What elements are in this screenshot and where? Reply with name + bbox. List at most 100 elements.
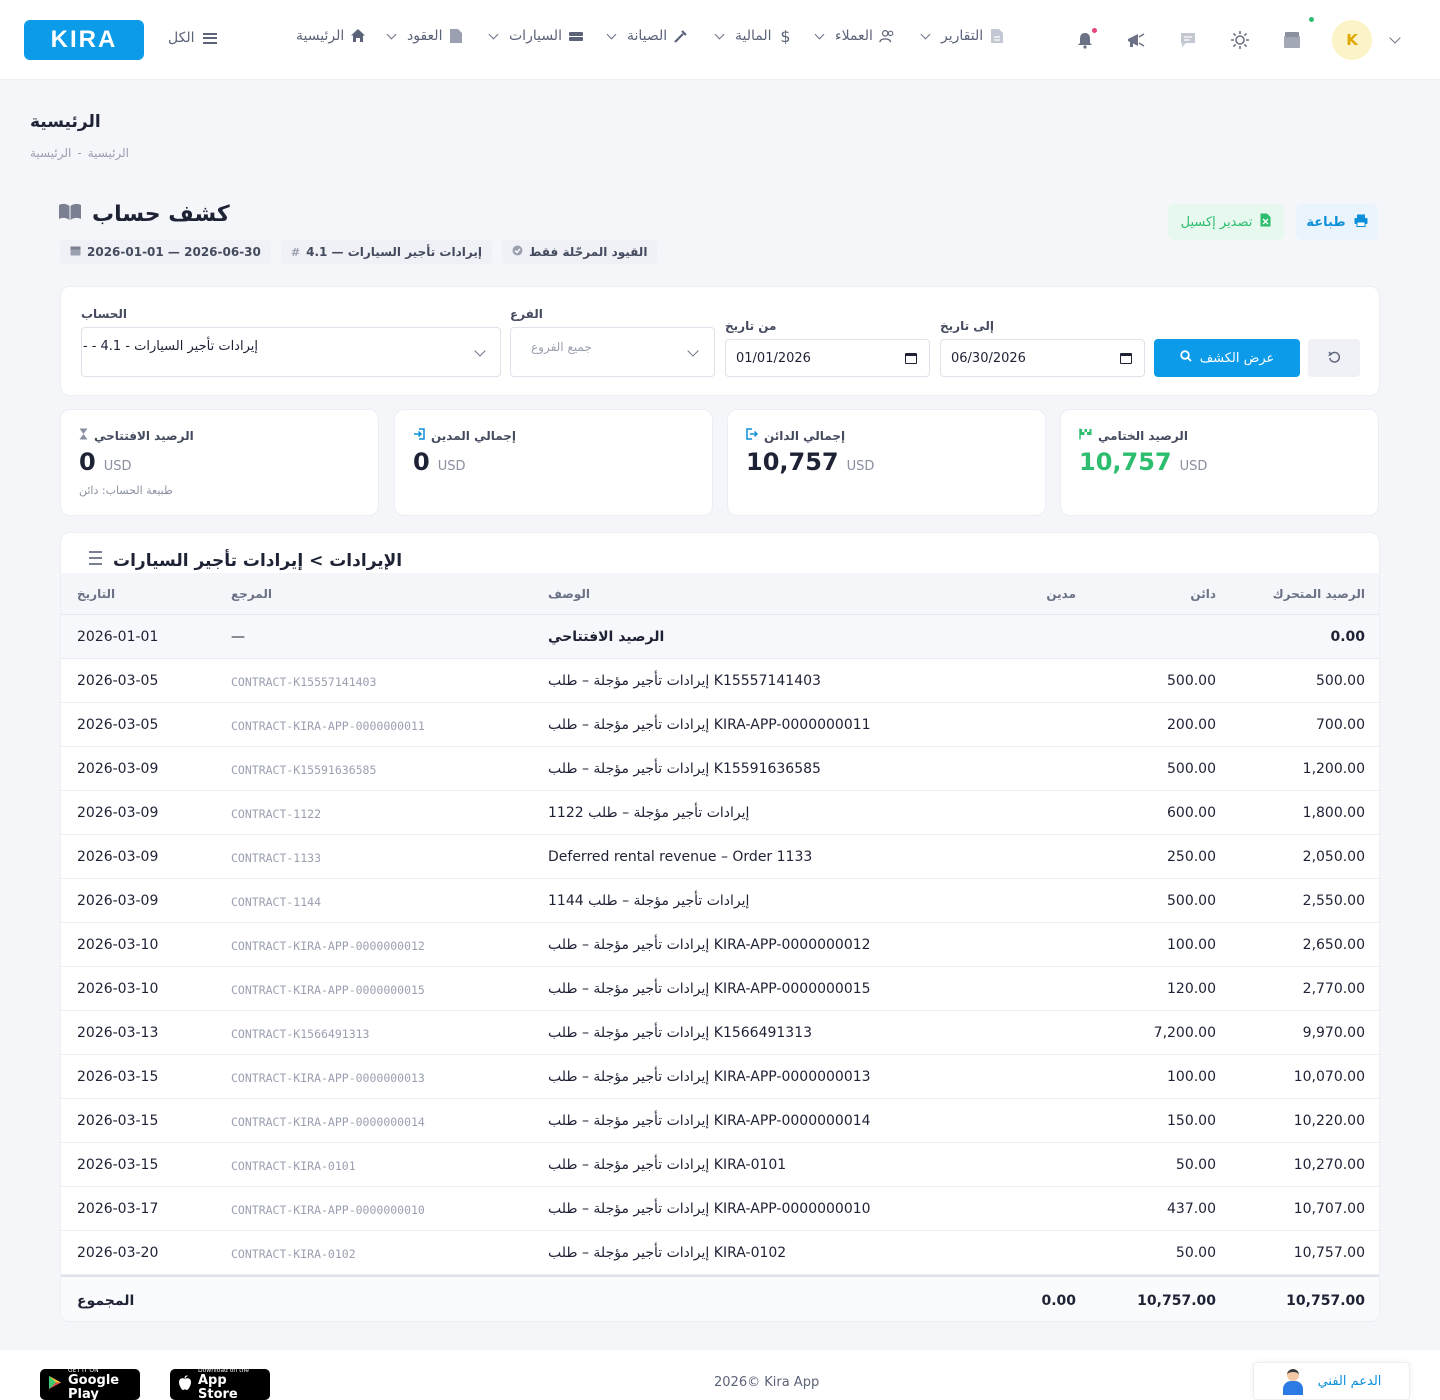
- cell-date: 2026-03-15: [77, 1069, 159, 1085]
- megaphone-icon[interactable]: [1126, 30, 1146, 50]
- cell-date: 2026-03-09: [77, 849, 159, 865]
- package-icon[interactable]: [1282, 30, 1302, 50]
- cell-date: 2026-01-01: [77, 629, 159, 645]
- currency-label: USD: [103, 459, 132, 474]
- chat-icon[interactable]: [1178, 30, 1198, 50]
- nav-item-reports[interactable]: التقارير: [920, 28, 1005, 44]
- hourglass-icon: [79, 428, 88, 443]
- table-title-text: الإيرادات > إيرادات تأجير السيارات: [113, 550, 403, 571]
- cell-description: إيرادات تأجير مؤجلة – طلب KIRA-0102: [548, 1245, 787, 1261]
- col-reference[interactable]: المرجع: [231, 587, 272, 601]
- col-debit[interactable]: مدين: [1046, 587, 1076, 601]
- list-ordered-icon: 123: [77, 549, 103, 572]
- to-date-label: إلى تاريخ: [940, 319, 995, 333]
- cell-reference[interactable]: CONTRACT-K15591636585: [231, 763, 376, 777]
- google-play-badge[interactable]: GET IT ON Google Play: [40, 1367, 140, 1400]
- support-button[interactable]: الدعم الفني: [1253, 1362, 1410, 1400]
- page-title: الرئيسية: [30, 112, 101, 132]
- account-select[interactable]: إيرادات تأجير السيارات - 4.1 - -: [81, 327, 501, 377]
- total-credit-label: إجمالي الدائن: [764, 428, 846, 443]
- nav-item-finance[interactable]: $ المالية: [714, 27, 794, 46]
- cell-date: 2026-03-15: [77, 1157, 159, 1173]
- table-row: 2026-03-15 CONTRACT-KIRA-APP-0000000013 إي…: [61, 1055, 1379, 1099]
- nav-item-home-label: الرئيسية: [296, 28, 345, 44]
- cell-credit: 100.00: [1167, 937, 1216, 953]
- cell-reference[interactable]: CONTRACT-KIRA-APP-0000000015: [231, 983, 425, 997]
- table-row: 2026-03-05 CONTRACT-K15557141403 إيرادات ت…: [61, 659, 1379, 703]
- notifications-bell-icon[interactable]: [1075, 30, 1095, 50]
- col-description[interactable]: الوصف: [548, 587, 590, 601]
- cell-running-balance: 10,220.00: [1293, 1113, 1365, 1129]
- col-date[interactable]: التاريخ: [77, 587, 115, 601]
- from-date-input[interactable]: 01/01/2026: [725, 339, 930, 377]
- from-date-value: 01/01/2026: [736, 350, 811, 366]
- home-icon: [350, 28, 366, 44]
- cell-reference[interactable]: CONTRACT-KIRA-APP-0000000012: [231, 939, 425, 953]
- table-row: 2026-03-17 CONTRACT-KIRA-APP-0000000010 إي…: [61, 1187, 1379, 1231]
- cell-reference[interactable]: CONTRACT-KIRA-0101: [231, 1159, 356, 1173]
- cell-reference[interactable]: CONTRACT-KIRA-0102: [231, 1247, 356, 1261]
- calendar-icon[interactable]: [905, 352, 917, 364]
- status-dot: [1309, 17, 1314, 22]
- breadcrumb-item[interactable]: الرئيسية: [88, 146, 129, 160]
- cell-reference[interactable]: CONTRACT-K15557141403: [231, 675, 376, 689]
- cell-reference[interactable]: CONTRACT-KIRA-APP-0000000013: [231, 1071, 425, 1085]
- car-icon: [568, 28, 584, 44]
- cell-reference[interactable]: CONTRACT-KIRA-APP-0000000014: [231, 1115, 425, 1129]
- cell-running-balance: 10,070.00: [1293, 1069, 1365, 1085]
- google-play-big: Google Play: [68, 1373, 120, 1400]
- calendar-icon[interactable]: [1120, 352, 1132, 364]
- cell-reference[interactable]: CONTRACT-1122: [231, 807, 321, 821]
- print-button[interactable]: طباعة: [1296, 204, 1378, 240]
- search-icon: [1180, 350, 1192, 366]
- support-label: الدعم الفني: [1317, 1373, 1382, 1389]
- app-store-badge[interactable]: Download on the App Store: [170, 1367, 270, 1400]
- nav-item-customers[interactable]: العملاء: [814, 28, 895, 44]
- closing-balance-label: الرصيد الختامي: [1098, 428, 1188, 443]
- date-range-chip: 2026-01-01 — 2026-06-30: [60, 240, 271, 264]
- col-running-balance[interactable]: الرصيد المتحرك: [1273, 587, 1365, 601]
- cell-description: إيرادات تأجير مؤجلة – طلب KIRA-APP-00000…: [548, 717, 871, 733]
- reset-button[interactable]: [1308, 339, 1360, 377]
- cell-running-balance: 2,650.00: [1302, 937, 1365, 953]
- cell-reference[interactable]: CONTRACT-KIRA-APP-0000000011: [231, 719, 425, 733]
- flag-checkered-icon: [1079, 428, 1092, 443]
- cell-reference[interactable]: CONTRACT-KIRA-APP-0000000010: [231, 1203, 425, 1217]
- avatar[interactable]: K: [1332, 20, 1372, 60]
- cell-running-balance: 2,050.00: [1302, 849, 1365, 865]
- col-credit[interactable]: دائن: [1190, 587, 1216, 601]
- all-menu-button[interactable]: الكل: [168, 30, 217, 46]
- sun-icon[interactable]: [1230, 30, 1250, 50]
- to-date-input[interactable]: 06/30/2026: [940, 339, 1145, 377]
- cell-description: إيرادات تأجير مؤجلة – طلب KIRA-APP-00000…: [548, 937, 871, 953]
- nav-item-maintenance[interactable]: الصيانة: [606, 28, 689, 44]
- account-label: الحساب: [81, 307, 128, 321]
- nav-item-cars-label: السيارات: [509, 28, 562, 44]
- filter-card: الحساب إيرادات تأجير السيارات - 4.1 - - …: [60, 286, 1380, 396]
- table-title: الإيرادات > إيرادات تأجير السيارات 123: [77, 549, 403, 572]
- cell-running-balance: 10,757.00: [1293, 1245, 1365, 1261]
- kira-logo[interactable]: KIRA: [24, 20, 144, 60]
- cell-running-balance: 700.00: [1316, 717, 1365, 733]
- report-icon: [989, 28, 1005, 44]
- nav-item-cars[interactable]: السيارات: [488, 28, 584, 44]
- cell-reference[interactable]: CONTRACT-1144: [231, 895, 321, 909]
- cell-date: 2026-03-10: [77, 981, 159, 997]
- show-statement-button[interactable]: عرض الكشف: [1154, 339, 1300, 377]
- total-credit-card: إجمالي الدائن 10,757 USD: [727, 409, 1046, 516]
- cell-reference[interactable]: CONTRACT-K1566491313: [231, 1027, 369, 1041]
- closing-balance-card: الرصيد الختامي 10,757 USD: [1060, 409, 1379, 516]
- nav-item-home[interactable]: الرئيسية: [296, 28, 366, 44]
- nav-item-contracts[interactable]: العقود: [386, 28, 464, 44]
- cell-credit: 200.00: [1167, 717, 1216, 733]
- statement-title: كشف حساب: [58, 202, 230, 227]
- nav-item-contracts-label: العقود: [407, 28, 443, 44]
- branch-select[interactable]: جميع الفروع: [510, 327, 715, 377]
- cell-reference[interactable]: CONTRACT-1133: [231, 851, 321, 865]
- breadcrumb: الرئيسية - الرئيسية: [30, 146, 129, 160]
- hash-icon: #: [290, 245, 301, 259]
- export-excel-button[interactable]: تصدير إكسيل: [1168, 204, 1284, 240]
- table-row: 2026-03-09 CONTRACT-1144 إيرادات تأجير مؤج…: [61, 879, 1379, 923]
- cell-date: 2026-03-05: [77, 673, 159, 689]
- chevron-down-icon[interactable]: [1389, 32, 1401, 44]
